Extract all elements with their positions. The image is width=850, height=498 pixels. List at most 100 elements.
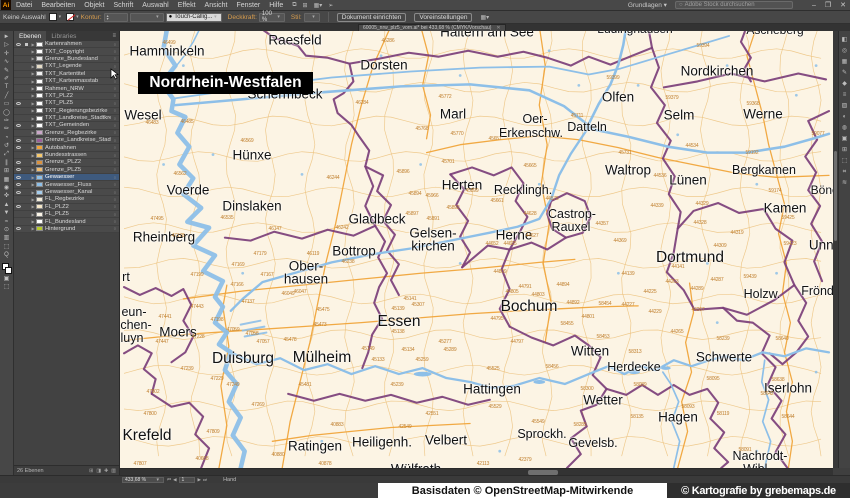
layer-row-grenze_plz5[interactable]: ▶Grenze_PLZ5○ [14, 167, 119, 174]
stroke-label[interactable]: Kontur: [81, 14, 102, 21]
graphic-styles-icon[interactable]: ▣ [842, 134, 848, 145]
menu-item-ansicht[interactable]: Ansicht [205, 2, 228, 9]
target-circle-icon[interactable]: ○ [111, 160, 119, 165]
artboard-number-field[interactable]: 1 [179, 477, 195, 483]
menu-item-objekt[interactable]: Objekt [84, 2, 104, 9]
scrollbar-thumb[interactable] [834, 151, 837, 241]
visibility-eye-icon[interactable] [14, 146, 23, 149]
zoom-level-dropdown[interactable]: 433,68 %▾ [122, 477, 164, 483]
variable-width-dropdown[interactable]: ▾ [130, 13, 164, 22]
target-circle-icon[interactable]: ○ [111, 138, 119, 143]
shape-builder-tool-icon[interactable]: ▦ [4, 176, 10, 184]
target-circle-icon[interactable]: ○ [111, 108, 119, 113]
blend-tool-icon[interactable]: ▼ [4, 209, 10, 217]
target-circle-icon[interactable]: ○ [111, 212, 119, 217]
target-circle-icon[interactable]: ○ [111, 56, 119, 61]
fill-stroke-control[interactable] [2, 263, 12, 275]
layer-row-fl_plz2[interactable]: ▶FL_PLZ2○ [14, 204, 119, 211]
type-tool-icon[interactable]: T [5, 83, 9, 91]
target-circle-icon[interactable]: ○ [111, 167, 119, 172]
lock-icon[interactable] [23, 43, 30, 46]
last-artboard-icon[interactable]: ⏭ [203, 477, 207, 482]
ellipse-tool-icon[interactable]: ◯ [3, 109, 10, 117]
menu-item-bearbeiten[interactable]: Bearbeiten [41, 2, 75, 9]
visibility-eye-icon[interactable] [14, 183, 23, 186]
pencil-tool-icon[interactable]: ✏ [4, 125, 9, 133]
new-sublayer-icon[interactable]: ◨ [96, 468, 101, 474]
layer-row-txt_landkreise_stadtkreise[interactable]: ▶TXT_Landkreise_Stadtkreise○ [14, 115, 119, 122]
selection-tool-icon[interactable]: ► [4, 33, 10, 41]
layer-row-rahmen_nrw[interactable]: ▶Rahmen_NRW○ [14, 85, 119, 92]
layer-row-txt_copyright[interactable]: ▶TXT_Copyright○ [14, 48, 119, 55]
layer-row-fl_plz5[interactable]: ▶FL_PLZ5○ [14, 211, 119, 218]
target-circle-icon[interactable]: ○ [111, 182, 119, 187]
curvature-tool-icon[interactable]: ✐ [4, 75, 9, 83]
appearance-icon[interactable]: ◍ [842, 123, 847, 134]
layer-row-txt_legende[interactable]: ▶TXT_Legende○ [14, 63, 119, 70]
prev-artboard-icon[interactable]: ◀ [173, 477, 176, 483]
swatches-icon[interactable]: ▦ [842, 57, 848, 68]
layer-row-grenze_landkreise_stadtkreise[interactable]: ▶Grenze_Landkreise_Stadtkreise○ [14, 137, 119, 144]
eyedropper-tool-icon[interactable]: ▲ [4, 201, 10, 209]
layer-row-grenze_bundesland[interactable]: ▶Grenze_Bundesland○ [14, 56, 119, 63]
visibility-eye-icon[interactable] [14, 205, 23, 208]
close-button[interactable]: ✕ [840, 1, 846, 9]
document-tab[interactable]: 60005_nrw_plz5_vorn.ai* bei 433,68 % (CM… [358, 24, 506, 31]
direct-selection-tool-icon[interactable]: ▷ [4, 41, 9, 49]
layer-row-fl_regbezirke[interactable]: ▶FL_Regbezirke○ [14, 196, 119, 203]
visibility-eye-icon[interactable] [14, 43, 23, 46]
symbol-sprayer-tool-icon[interactable]: ≈ [5, 218, 8, 226]
layer-row-fl_bundesland[interactable]: ▶FL_Bundesland○ [14, 218, 119, 225]
target-circle-icon[interactable]: ○ [111, 204, 119, 209]
layer-row-hintergrund[interactable]: ▶Hintergrund○ [14, 226, 119, 233]
visibility-eye-icon[interactable] [14, 139, 23, 142]
magic-wand-tool-icon[interactable]: ✛ [4, 50, 9, 58]
layer-row-grenze_plz2[interactable]: ▶Grenze_PLZ2○ [14, 159, 119, 166]
layer-row-txt_kartentitel[interactable]: ▶TXT_Kartentitel○ [14, 71, 119, 78]
next-artboard-icon[interactable]: ▶ [198, 477, 201, 483]
visibility-eye-icon[interactable] [14, 227, 23, 230]
target-circle-icon[interactable]: ○ [111, 190, 119, 195]
stroke-swatch[interactable] [66, 13, 74, 21]
pen-tool-icon[interactable]: ✎ [4, 67, 9, 75]
menu-item-effekt[interactable]: Effekt [178, 2, 196, 9]
transparency-icon[interactable]: ◐ [843, 112, 847, 123]
opacity-label[interactable]: Deckkraft: [228, 14, 257, 21]
gradient-tool-icon[interactable]: ✜ [4, 192, 9, 200]
layer-row-kartenrahmen[interactable]: ▶Kartenrahmen○ [14, 41, 119, 48]
stroke-color-icon[interactable] [5, 267, 12, 274]
eraser-tool-icon[interactable]: ◔ [5, 134, 9, 142]
layer-row-gewaesser_kanal[interactable]: ▶Gewaesser_Kanal○ [14, 189, 119, 196]
style-label[interactable]: Stil: [291, 14, 302, 21]
stock-search-input[interactable]: ○ Adobe Stock durchsuchen [675, 1, 793, 9]
document-setup-button[interactable]: Dokument einrichten [337, 13, 407, 22]
visibility-eye-icon[interactable] [14, 124, 23, 127]
layer-row-bundesstrassen[interactable]: ▶Bundesstrassen○ [14, 152, 119, 159]
brushes-icon[interactable]: ✎ [842, 68, 847, 79]
paintbrush-tool-icon[interactable]: ✑ [4, 117, 9, 125]
horizontal-scrollbar[interactable] [120, 468, 833, 475]
style-swatch-dropdown[interactable]: ▾ [304, 13, 320, 22]
layer-row-txt_kartenmasstab[interactable]: ▶TXT_Kartenmasstab○ [14, 78, 119, 85]
free-transform-tool-icon[interactable]: ⊞ [4, 167, 9, 175]
width-tool-icon[interactable]: ∥ [5, 159, 8, 167]
target-circle-icon[interactable]: ○ [111, 197, 119, 202]
stroke-icon[interactable]: ≡ [843, 90, 847, 101]
target-circle-icon[interactable]: ○ [111, 130, 119, 135]
slice-tool-icon[interactable]: ⬚ [4, 243, 10, 251]
target-circle-icon[interactable]: ○ [111, 101, 119, 106]
target-circle-icon[interactable]: ○ [111, 175, 119, 180]
rotate-tool-icon[interactable]: ↺ [4, 142, 9, 150]
target-circle-icon[interactable]: ○ [111, 145, 119, 150]
menu-item-auswahl[interactable]: Auswahl [142, 2, 168, 9]
info-icon[interactable]: ≋ [842, 178, 847, 189]
artboard-canvas[interactable]: HamminkelnRaesfeldDorstenHaltern am SeeL… [120, 31, 833, 468]
menu-item-schrift[interactable]: Schrift [113, 2, 133, 9]
collect-icon[interactable]: ⊞ [89, 468, 93, 474]
pathfinder-icon[interactable]: ⬚ [842, 156, 848, 167]
control-panel-menu-icon[interactable]: ▦▾ [480, 14, 489, 21]
layer-row-txt_plz2[interactable]: ▶TXT_PLZ2○ [14, 93, 119, 100]
opacity-value-dropdown[interactable]: 100 %▾ [259, 13, 285, 22]
navigator-icon[interactable]: ⌗ [843, 167, 846, 178]
new-layer-icon[interactable]: ✚ [104, 468, 108, 474]
